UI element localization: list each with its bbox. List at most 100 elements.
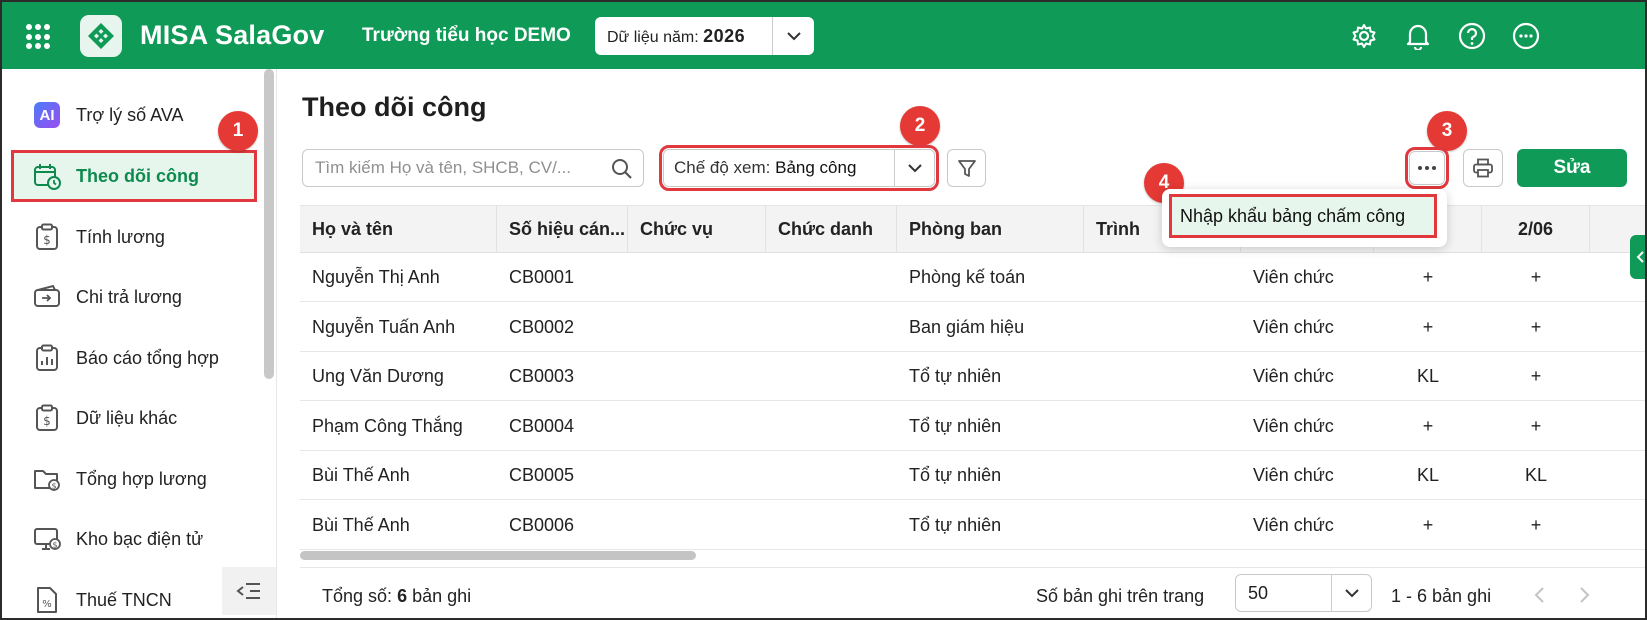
table-row[interactable]: Nguyễn Tuấn Anh CB0002 Ban giám hiệu Viê… bbox=[300, 303, 1645, 352]
sidebar-scrollbar[interactable] bbox=[264, 69, 274, 379]
sidebar-item-du-lieu-khac[interactable]: $ Dữ liệu khác bbox=[14, 395, 254, 441]
prev-page-icon[interactable] bbox=[1526, 582, 1552, 608]
column-header[interactable]: 2/06 bbox=[1482, 206, 1590, 253]
table-footer: Tổng số: 6 bản ghi Số bản ghi trên trang… bbox=[300, 567, 1645, 618]
cell-dept: Tổ tự nhiên bbox=[909, 465, 1002, 485]
year-value: 2026 bbox=[703, 25, 746, 46]
cell-day[interactable]: + bbox=[1482, 501, 1590, 550]
table-row[interactable]: Phạm Công Thắng CB0004 Tổ tự nhiên Viên … bbox=[300, 402, 1645, 451]
cell-day[interactable]: + bbox=[1374, 501, 1482, 550]
search-box[interactable] bbox=[302, 149, 644, 187]
cell-day[interactable]: KL bbox=[1482, 451, 1590, 500]
attendance-table: Họ và tên Số hiệu cán... Chức vụ Chức da… bbox=[300, 205, 1645, 560]
cell-name: Nguyễn Thị Anh bbox=[312, 267, 440, 287]
more-horizontal-icon bbox=[1418, 166, 1436, 170]
sidebar-item-label: Báo cáo tổng hợp bbox=[76, 347, 219, 368]
cell-type: Viên chức bbox=[1253, 515, 1334, 535]
cell-dept: Ban giám hiệu bbox=[909, 317, 1025, 337]
sidebar-item-theo-doi-cong[interactable]: Theo dõi công bbox=[11, 150, 257, 202]
table-horizontal-scrollbar[interactable] bbox=[300, 551, 696, 560]
sidebar-item-thue-tncn[interactable]: % Thuế TNCN bbox=[14, 577, 254, 618]
sidebar-item-kho-bac-dien-tu[interactable]: $ Kho bạc điện tử bbox=[14, 516, 254, 562]
record-range: 1 - 6 bản ghi bbox=[1391, 586, 1492, 606]
table-row[interactable]: Bùi Thế Anh CB0005 Tổ tự nhiên Viên chức… bbox=[300, 451, 1645, 500]
chevron-down-icon[interactable] bbox=[772, 17, 814, 55]
app-window: MISA SalaGov Trường tiểu học DEMO Dữ liệ… bbox=[0, 0, 1647, 620]
sidebar: AI Trợ lý số AVA Theo dõi công $ Tính lư… bbox=[2, 69, 277, 618]
cell-type: Viên chức bbox=[1253, 366, 1334, 386]
more-icon[interactable] bbox=[1510, 20, 1542, 52]
more-actions-button[interactable] bbox=[1405, 147, 1449, 189]
folder-dollar-icon: $ bbox=[32, 464, 62, 494]
cell-day[interactable]: KL bbox=[1374, 451, 1482, 500]
cell-type: Viên chức bbox=[1253, 317, 1334, 337]
column-header[interactable]: Phòng ban bbox=[897, 206, 1084, 253]
cell-name: Nguyễn Tuấn Anh bbox=[312, 317, 456, 337]
sidebar-item-label: Kho bạc điện tử bbox=[76, 528, 204, 549]
search-icon[interactable] bbox=[611, 158, 633, 185]
sidebar-item-label: Tổng hợp lương bbox=[76, 468, 207, 489]
svg-text:%: % bbox=[42, 599, 52, 610]
edit-button[interactable]: Sửa bbox=[1517, 149, 1627, 187]
table-row[interactable]: Ung Văn Dương CB0003 Tổ tự nhiên Viên ch… bbox=[300, 352, 1645, 401]
column-header[interactable]: Số hiệu cán... bbox=[497, 206, 628, 253]
svg-text:$: $ bbox=[51, 482, 56, 491]
sidebar-item-label: Trợ lý số AVA bbox=[76, 104, 184, 125]
table-row[interactable]: Bùi Thế Anh CB0006 Tổ tự nhiên Viên chức… bbox=[300, 501, 1645, 550]
cell-type: Viên chức bbox=[1253, 267, 1334, 287]
chevron-down-icon[interactable] bbox=[894, 150, 934, 186]
menu-item-import-timesheet[interactable]: Nhập khẩu bảng chấm công bbox=[1169, 194, 1437, 238]
table-row[interactable]: Nguyễn Thị Anh CB0001 Phòng kế toán Viên… bbox=[300, 253, 1645, 302]
tax-document-icon: % bbox=[32, 585, 62, 615]
sidebar-item-label: Thuế TNCN bbox=[76, 589, 172, 610]
column-header[interactable]: Họ và tên bbox=[300, 206, 497, 253]
cell-day[interactable]: + bbox=[1482, 402, 1590, 451]
cell-day[interactable]: + bbox=[1374, 253, 1482, 302]
sidebar-item-tong-hop-luong[interactable]: $ Tổng hợp lương bbox=[14, 456, 254, 502]
step-marker-1: 1 bbox=[218, 111, 258, 151]
app-logo-icon bbox=[80, 15, 122, 57]
year-label: Dữ liệu năm: bbox=[607, 28, 699, 46]
per-page-select[interactable]: 50 bbox=[1235, 574, 1372, 612]
search-input[interactable] bbox=[315, 158, 585, 178]
sidebar-item-label: Dữ liệu khác bbox=[76, 407, 178, 428]
per-page-value: 50 bbox=[1248, 582, 1269, 603]
chevron-down-icon[interactable] bbox=[1331, 575, 1371, 611]
cell-day[interactable]: + bbox=[1482, 253, 1590, 302]
clipboard-dollar-icon: $ bbox=[32, 222, 62, 252]
bell-icon[interactable] bbox=[1402, 20, 1434, 52]
cell-day[interactable]: + bbox=[1374, 402, 1482, 451]
print-button[interactable] bbox=[1463, 149, 1503, 187]
grid-icon[interactable] bbox=[26, 24, 52, 50]
cell-day[interactable]: + bbox=[1482, 303, 1590, 352]
total-records: Tổng số: 6 bản ghi bbox=[322, 586, 471, 607]
view-mode-select[interactable]: Chế độ xem: Bảng công bbox=[659, 145, 939, 191]
sidebar-item-tinh-luong[interactable]: $ Tính lương bbox=[14, 214, 254, 260]
calendar-clock-icon bbox=[32, 161, 62, 191]
sidebar-item-bao-cao-tong-hop[interactable]: Báo cáo tổng hợp bbox=[14, 335, 254, 381]
top-bar: MISA SalaGov Trường tiểu học DEMO Dữ liệ… bbox=[2, 2, 1645, 69]
svg-text:$: $ bbox=[52, 541, 57, 550]
ai-icon: AI bbox=[34, 102, 60, 128]
cell-day[interactable]: KL bbox=[1374, 352, 1482, 401]
cell-day[interactable]: + bbox=[1374, 303, 1482, 352]
view-mode-label: Chế độ xem: bbox=[674, 158, 771, 177]
column-header[interactable]: Chức danh bbox=[766, 206, 897, 253]
column-header[interactable]: Chức vụ bbox=[628, 206, 766, 253]
page-title: Theo dõi công bbox=[302, 92, 487, 122]
view-mode-value: Bảng công bbox=[775, 158, 857, 177]
cell-dept: Tổ tự nhiên bbox=[909, 366, 1002, 386]
collapse-sidebar-icon[interactable] bbox=[222, 567, 276, 615]
settings-icon[interactable] bbox=[1348, 20, 1380, 52]
clipboard-dollar-icon: $ bbox=[32, 403, 62, 433]
next-page-icon[interactable] bbox=[1572, 582, 1598, 608]
cell-dept: Tổ tự nhiên bbox=[909, 416, 1002, 436]
filter-button[interactable] bbox=[947, 149, 986, 187]
year-select[interactable]: Dữ liệu năm: 2026 bbox=[595, 17, 814, 55]
side-panel-toggle[interactable] bbox=[1630, 235, 1645, 279]
sidebar-item-chi-tra-luong[interactable]: Chi trả lương bbox=[14, 274, 254, 320]
cell-day[interactable]: + bbox=[1482, 352, 1590, 401]
step-marker-3: 3 bbox=[1427, 111, 1467, 151]
cell-type: Viên chức bbox=[1253, 416, 1334, 436]
help-icon[interactable] bbox=[1456, 20, 1488, 52]
